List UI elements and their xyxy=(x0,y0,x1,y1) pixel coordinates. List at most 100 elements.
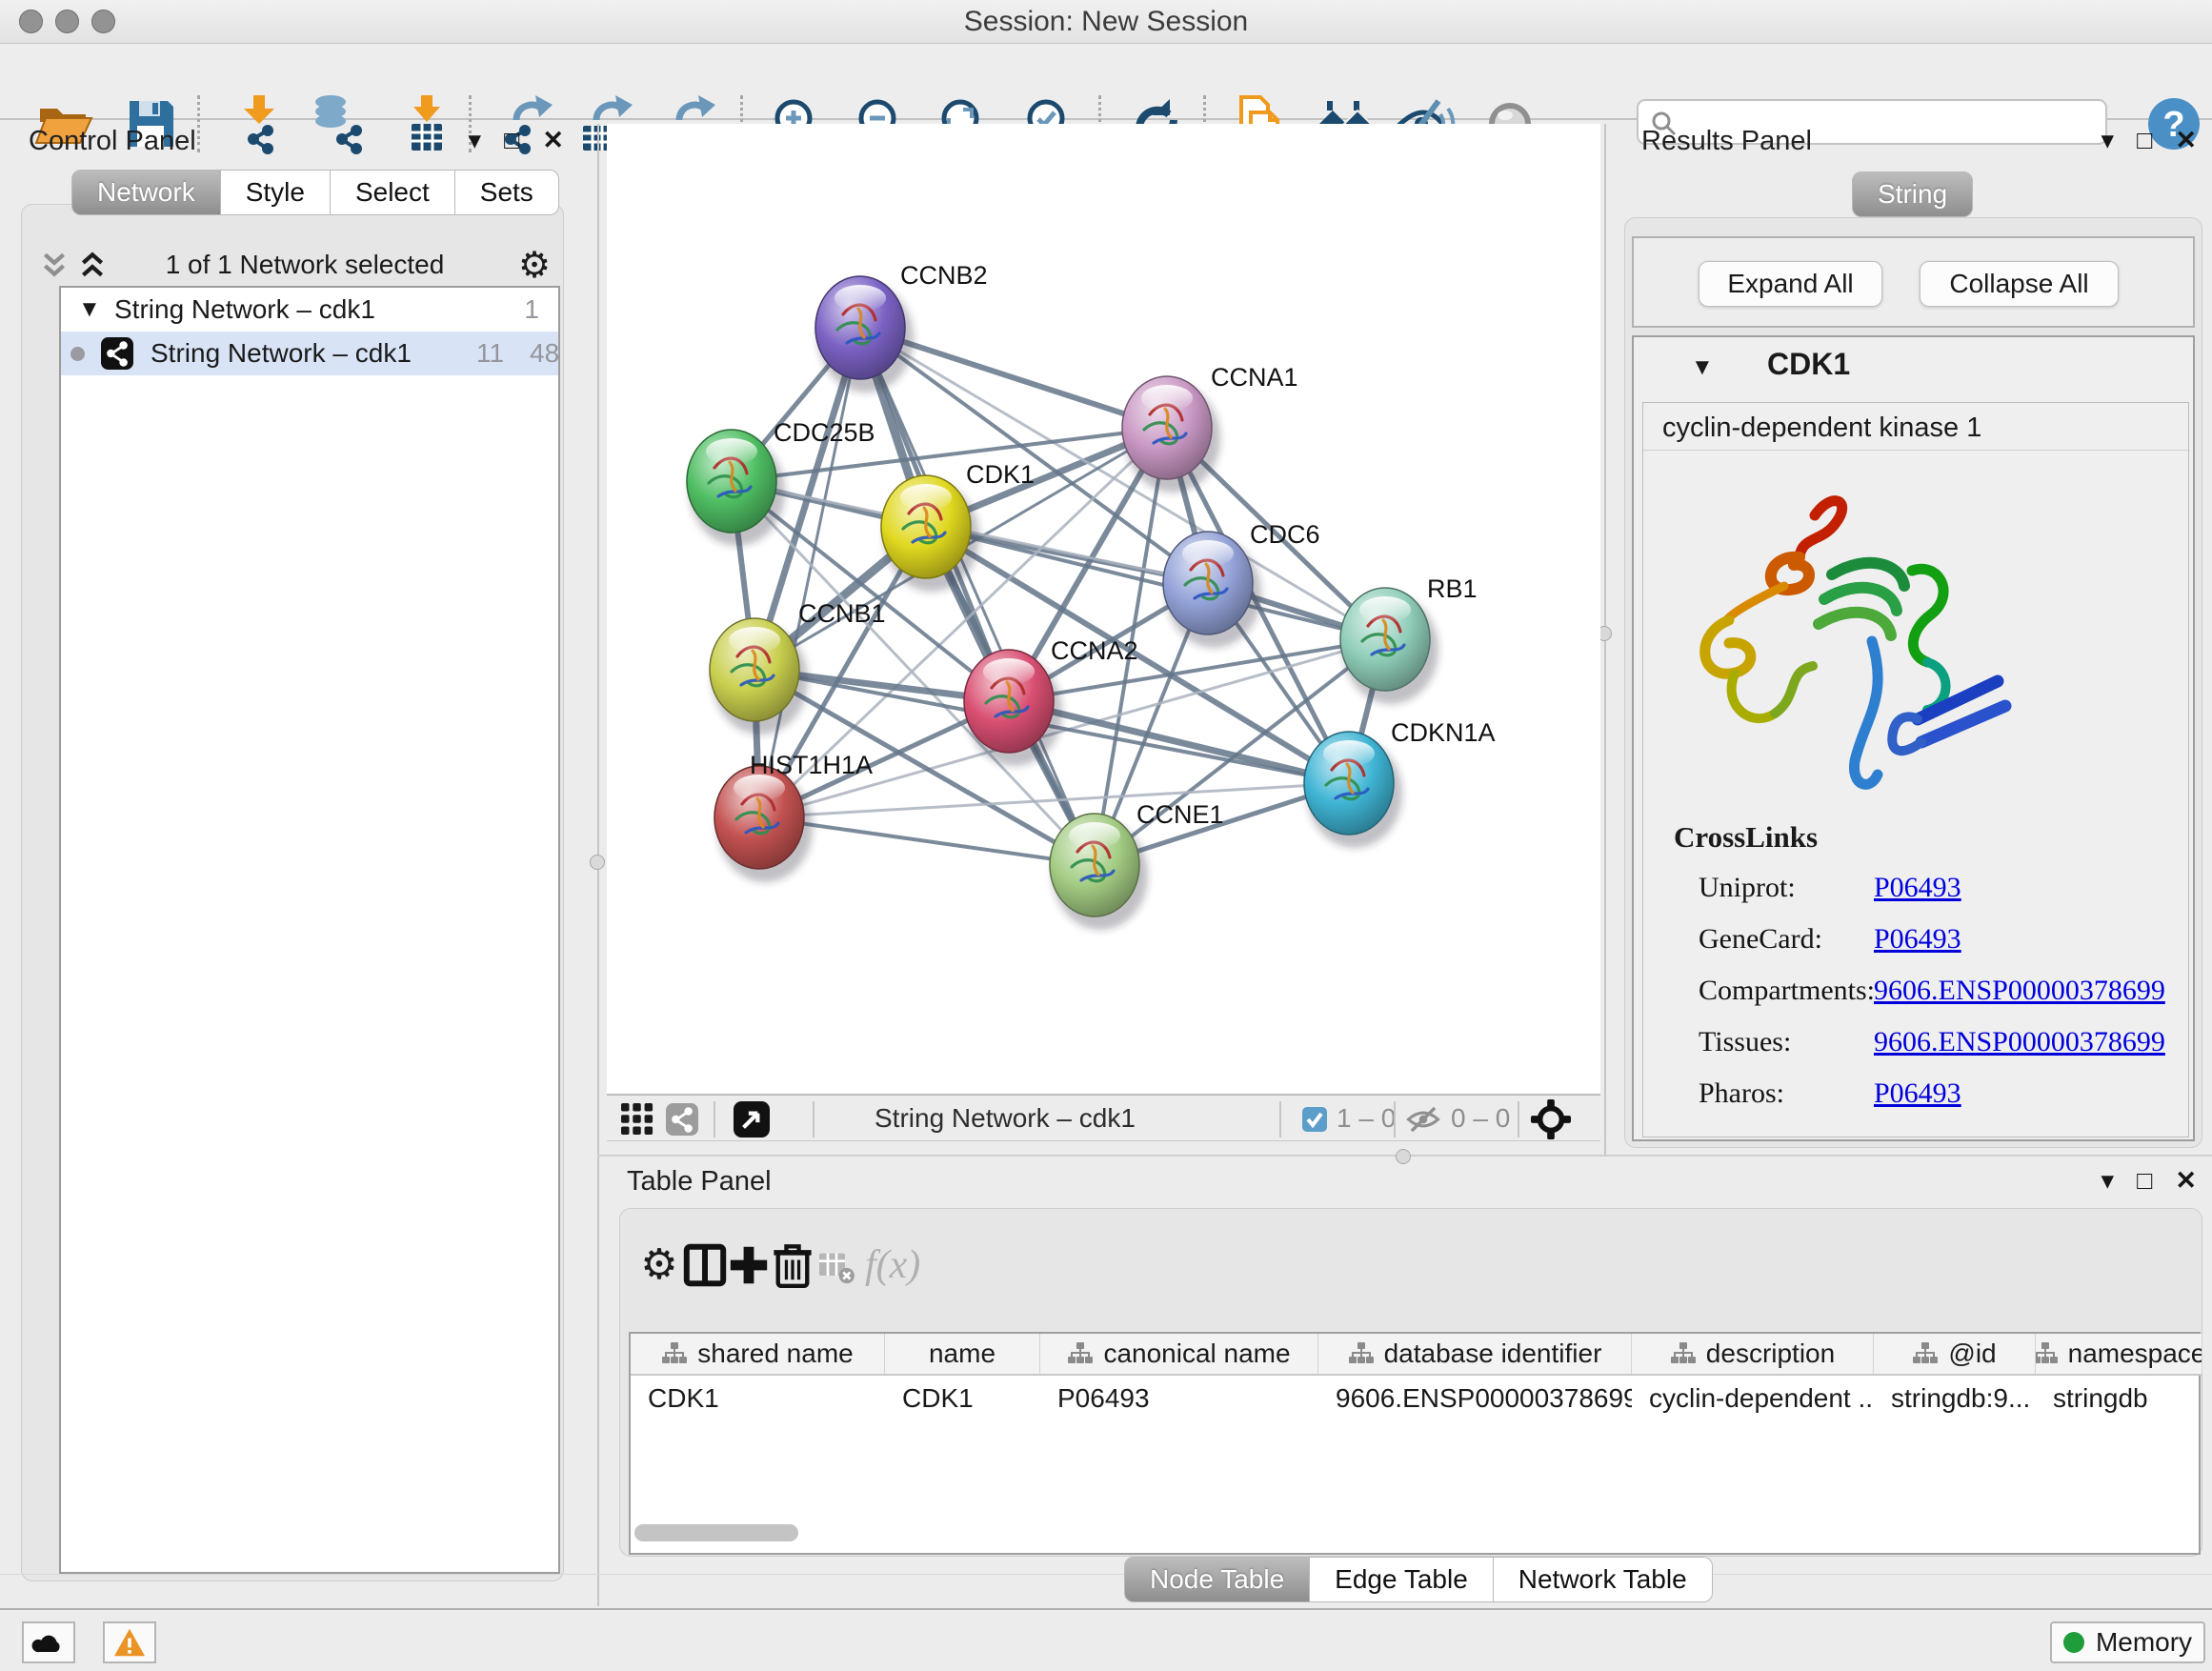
network-node-cdc6[interactable]: CDC6 xyxy=(1163,520,1320,648)
network-node-ccnb1[interactable]: CCNB1 xyxy=(710,599,886,735)
splitter-handle[interactable] xyxy=(1396,1149,1411,1164)
table-cell[interactable]: CDK1 xyxy=(885,1378,1040,1419)
tab-string[interactable]: String xyxy=(1852,171,1973,217)
control-panel-float-icon[interactable]: □ xyxy=(504,126,519,155)
birdseye-view-icon[interactable] xyxy=(734,1101,770,1142)
tab-sets[interactable]: Sets xyxy=(455,170,559,215)
window-title: Session: New Session xyxy=(0,0,2212,44)
node-label: CCNB1 xyxy=(798,599,886,628)
crosslink-genecard-link[interactable]: P06493 xyxy=(1874,923,1961,956)
node-label: RB1 xyxy=(1427,574,1478,603)
import-database-icon[interactable] xyxy=(308,93,369,154)
table-cell[interactable]: cyclin-dependent ... xyxy=(1632,1378,1874,1419)
gene-details: cyclin-dependent kinase 1 xyxy=(1642,402,2189,1137)
gene-collapse-icon[interactable]: ▼ xyxy=(1691,354,1714,381)
network-node-cdk1[interactable]: CDK1 xyxy=(881,460,1035,592)
network-node-cdkn1a[interactable]: CDKN1A xyxy=(1304,718,1496,848)
import-table-icon[interactable] xyxy=(396,93,457,154)
expand-all-chevron-icon[interactable] xyxy=(38,250,70,285)
table-panel-close-icon[interactable]: ✕ xyxy=(2175,1166,2197,1196)
cloud-button[interactable] xyxy=(22,1621,75,1663)
network-node-ccna2[interactable]: CCNA2 xyxy=(964,636,1138,766)
splitter-handle[interactable] xyxy=(590,855,605,870)
gene-description: cyclin-dependent kinase 1 xyxy=(1662,413,1981,444)
results-panel-title: Results Panel xyxy=(1641,126,1812,156)
window-close-traffic-light[interactable] xyxy=(19,10,43,33)
table-cell[interactable]: P06493 xyxy=(1040,1378,1318,1419)
toolbar-separator xyxy=(813,1101,814,1137)
node-label: CDC6 xyxy=(1250,520,1320,549)
table-cell[interactable]: CDK1 xyxy=(631,1378,885,1419)
network-node-ccnb2[interactable]: CCNB2 xyxy=(815,261,988,393)
expand-all-button[interactable]: Expand All xyxy=(1699,261,1882,307)
tree-expand-icon[interactable]: ▼ xyxy=(78,288,101,332)
network-node-ccna1[interactable]: CCNA1 xyxy=(1122,363,1298,493)
selected-checkbox-icon[interactable] xyxy=(1302,1107,1327,1137)
network-edge[interactable] xyxy=(860,328,1095,865)
column-header-canonical-name[interactable]: canonical name xyxy=(1040,1334,1318,1374)
window-zoom-traffic-light[interactable] xyxy=(91,10,115,33)
collapse-all-button[interactable]: Collapse All xyxy=(1920,261,2119,307)
import-network-icon[interactable] xyxy=(229,93,290,154)
table-header-row: shared namenamecanonical namedatabase id… xyxy=(631,1334,2202,1376)
table-cell[interactable]: stringdb xyxy=(2036,1378,2202,1419)
network-node-cdc25b[interactable]: CDC25B xyxy=(687,418,875,546)
control-panel-title: Control Panel xyxy=(29,126,196,156)
column-header-@id[interactable]: @id xyxy=(1874,1334,2036,1374)
network-node-hist1h1a[interactable]: HIST1H1A xyxy=(714,751,873,882)
crosslink-uniprot-link[interactable]: P06493 xyxy=(1874,872,1961,904)
add-column-icon[interactable] xyxy=(726,1242,772,1288)
delete-column-trash-icon[interactable] xyxy=(770,1242,815,1288)
column-header-namespace[interactable]: namespace xyxy=(2036,1334,2202,1374)
table-panel-float-icon[interactable]: □ xyxy=(2137,1166,2152,1196)
network-options-gear-icon[interactable]: ⚙ xyxy=(518,244,551,287)
table-panel-collapse-icon[interactable]: ▾ xyxy=(2101,1166,2115,1196)
tab-edge-table[interactable]: Edge Table xyxy=(1310,1557,1494,1602)
collapse-all-chevron-icon[interactable] xyxy=(76,250,109,285)
network-node-ccne1[interactable]: CCNE1 xyxy=(1050,800,1224,930)
network-collection-row[interactable]: ▼ String Network – cdk1 1 xyxy=(61,288,558,332)
table-cell[interactable]: stringdb:9... xyxy=(1874,1378,2036,1419)
table-cell[interactable]: 9606.ENSP00000378699 xyxy=(1318,1378,1632,1419)
results-panel-collapse-icon[interactable]: ▾ xyxy=(2101,126,2115,155)
column-header-description[interactable]: description xyxy=(1632,1334,1874,1374)
tab-select[interactable]: Select xyxy=(331,170,455,215)
control-panel-collapse-icon[interactable]: ▾ xyxy=(469,126,482,155)
tab-network-table[interactable]: Network Table xyxy=(1494,1557,1713,1602)
results-panel-close-icon[interactable]: ✕ xyxy=(2175,126,2197,155)
crosslink-tissues-link[interactable]: 9606.ENSP00000378699 xyxy=(1874,1026,2165,1058)
node-label: CCNB2 xyxy=(900,261,988,290)
network-view-toolbar: String Network – cdk1 1 – 0 0 – 0 xyxy=(607,1094,1600,1141)
network-row[interactable]: String Network – cdk1 11 48 xyxy=(61,332,558,375)
tab-node-table[interactable]: Node Table xyxy=(1124,1557,1310,1602)
crosslink-row: Uniprot:P06493 xyxy=(1643,872,2190,923)
show-columns-icon[interactable] xyxy=(682,1242,728,1288)
table-settings-gear-icon[interactable]: ⚙ xyxy=(636,1242,682,1288)
delete-table-icon xyxy=(815,1250,857,1284)
column-header-database-identifier[interactable]: database identifier xyxy=(1318,1334,1632,1374)
window-minimize-traffic-light[interactable] xyxy=(55,10,79,33)
memory-button[interactable]: Memory xyxy=(2050,1621,2205,1663)
control-panel-close-icon[interactable]: ✕ xyxy=(542,126,564,155)
column-header-shared-name[interactable]: shared name xyxy=(631,1334,885,1374)
network-canvas[interactable]: CCNB2 CCNA1 CDC25BCDK1 CDC6 RB1 CCNB1 CCNA2 CDK… xyxy=(607,124,1600,1094)
warnings-button[interactable] xyxy=(103,1621,156,1663)
protein-structure-image xyxy=(1672,479,2034,827)
column-header-name[interactable]: name xyxy=(885,1334,1040,1374)
hidden-eye-icon[interactable] xyxy=(1405,1103,1441,1140)
horizontal-scrollbar-thumb[interactable] xyxy=(634,1524,798,1541)
tab-network[interactable]: Network xyxy=(71,170,221,215)
toolbar-separator xyxy=(1279,1101,1281,1137)
selected-count: 1 – 0 xyxy=(1337,1103,1396,1134)
crosslink-compartments-link[interactable]: 9606.ENSP00000378699 xyxy=(1874,975,2165,1007)
network-node-rb1[interactable]: RB1 xyxy=(1340,574,1478,704)
table-row[interactable]: CDK1CDK1P064939606.ENSP00000378699cyclin… xyxy=(631,1378,2202,1419)
results-panel-float-icon[interactable]: □ xyxy=(2137,126,2152,155)
node-label: HIST1H1A xyxy=(750,751,873,779)
grid-view-icon[interactable] xyxy=(621,1103,654,1140)
tab-style[interactable]: Style xyxy=(221,170,331,215)
crosslink-pharos-link[interactable]: P06493 xyxy=(1874,1077,1961,1110)
crosshair-icon[interactable] xyxy=(1531,1099,1571,1144)
control-panel-tabs: NetworkStyleSelectSets xyxy=(71,170,559,215)
string-view-icon[interactable] xyxy=(666,1103,698,1140)
